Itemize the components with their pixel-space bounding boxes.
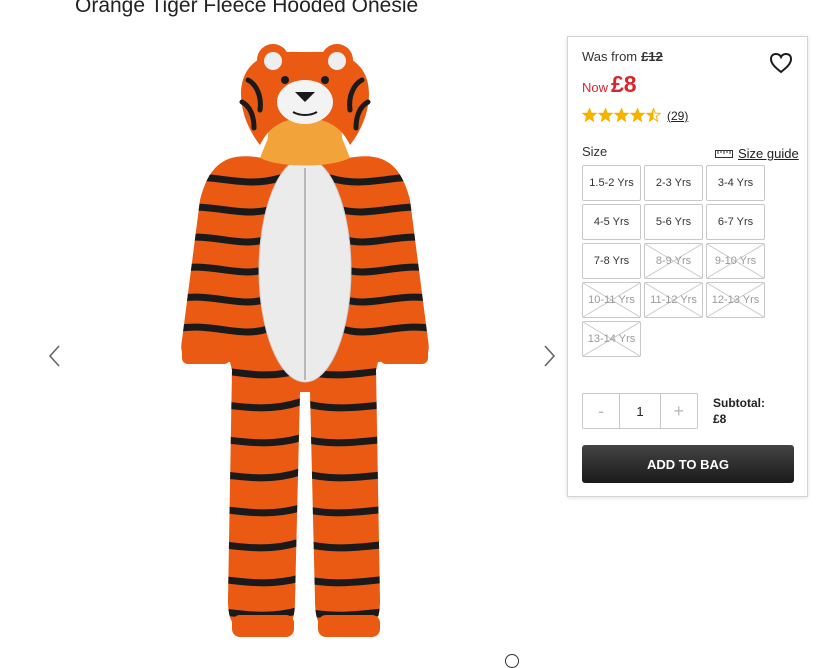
review-count-link[interactable]: (29): [667, 109, 688, 123]
subtotal-label: Subtotal:: [713, 396, 765, 410]
size-option-label: 10-11 Yrs: [588, 294, 635, 306]
star-icon: [597, 108, 614, 123]
size-option-label: 4-5 Yrs: [593, 216, 630, 228]
star-icon: [613, 108, 630, 123]
size-option-label: 11-12 Yrs: [650, 294, 697, 306]
now-price: £8: [611, 71, 637, 97]
size-label: Size: [582, 144, 608, 159]
heart-outline-icon: [769, 52, 793, 74]
star-icon: [645, 108, 662, 123]
size-option[interactable]: 4-5 Yrs: [582, 204, 641, 240]
size-option-label: 3-4 Yrs: [717, 177, 754, 189]
was-label: Was from: [582, 49, 638, 64]
size-option-label: 13-14 Yrs: [587, 333, 636, 345]
ruler-icon: [715, 149, 733, 158]
size-option[interactable]: 6-7 Yrs: [706, 204, 765, 240]
size-option[interactable]: 2-3 Yrs: [644, 165, 703, 201]
product-title: Orange Tiger Fleece Hooded Onesie: [75, 0, 419, 17]
size-guide-link[interactable]: Size guide: [715, 146, 799, 161]
size-option: 9-10 Yrs: [706, 243, 765, 279]
product-image: [181, 44, 429, 637]
quantity-decrease-button[interactable]: -: [583, 394, 619, 428]
size-option-label: 8-9 Yrs: [655, 255, 692, 267]
wishlist-button[interactable]: [768, 51, 794, 75]
add-to-bag-button[interactable]: ADD TO BAG: [582, 445, 794, 483]
gallery-prev-button[interactable]: [44, 342, 66, 370]
size-option-label: 9-10 Yrs: [714, 255, 757, 267]
size-option: 10-11 Yrs: [582, 282, 641, 318]
rating-stars: (29): [582, 108, 688, 123]
now-price-row: Now £8: [582, 71, 637, 98]
quantity-stepper: - 1 +: [582, 393, 698, 429]
was-price-row: Was from £12: [582, 49, 663, 64]
quantity-input[interactable]: 1: [619, 394, 661, 428]
was-price: £12: [641, 49, 663, 64]
size-option: 12-13 Yrs: [706, 282, 765, 318]
quantity-increase-button[interactable]: +: [661, 394, 697, 428]
star-rating-icons: [582, 108, 662, 123]
size-option-label: 2-3 Yrs: [655, 177, 692, 189]
gallery-dot[interactable]: [505, 654, 519, 668]
size-options: 1.5-2 Yrs 2-3 Yrs 3-4 Yrs 4-5 Yrs 5-6 Yrs 6-7…: [582, 165, 772, 357]
size-guide-label: Size guide: [738, 146, 799, 161]
star-icon: [629, 108, 646, 123]
subtotal: Subtotal: £8: [713, 395, 765, 427]
size-option[interactable]: 3-4 Yrs: [706, 165, 765, 201]
gallery-next-button[interactable]: [538, 342, 560, 370]
now-label: Now: [582, 80, 609, 95]
chevron-right-icon: [544, 345, 556, 367]
size-option-label: 6-7 Yrs: [717, 216, 754, 228]
size-option: 13-14 Yrs: [582, 321, 641, 357]
size-option[interactable]: 7-8 Yrs: [582, 243, 641, 279]
size-option[interactable]: 5-6 Yrs: [644, 204, 703, 240]
chevron-left-icon: [48, 345, 60, 367]
subtotal-value: £8: [713, 412, 727, 426]
size-option: 8-9 Yrs: [644, 243, 703, 279]
size-option: 11-12 Yrs: [644, 282, 703, 318]
purchase-panel: Was from £12 Now £8 (29) Size Size guide 1…: [567, 36, 808, 497]
size-option-label: 7-8 Yrs: [593, 255, 630, 267]
size-option-label: 12-13 Yrs: [711, 294, 760, 306]
size-option-label: 5-6 Yrs: [655, 216, 692, 228]
size-option[interactable]: 1.5-2 Yrs: [582, 165, 641, 201]
star-icon: [582, 108, 598, 123]
size-option-label: 1.5-2 Yrs: [589, 177, 634, 189]
